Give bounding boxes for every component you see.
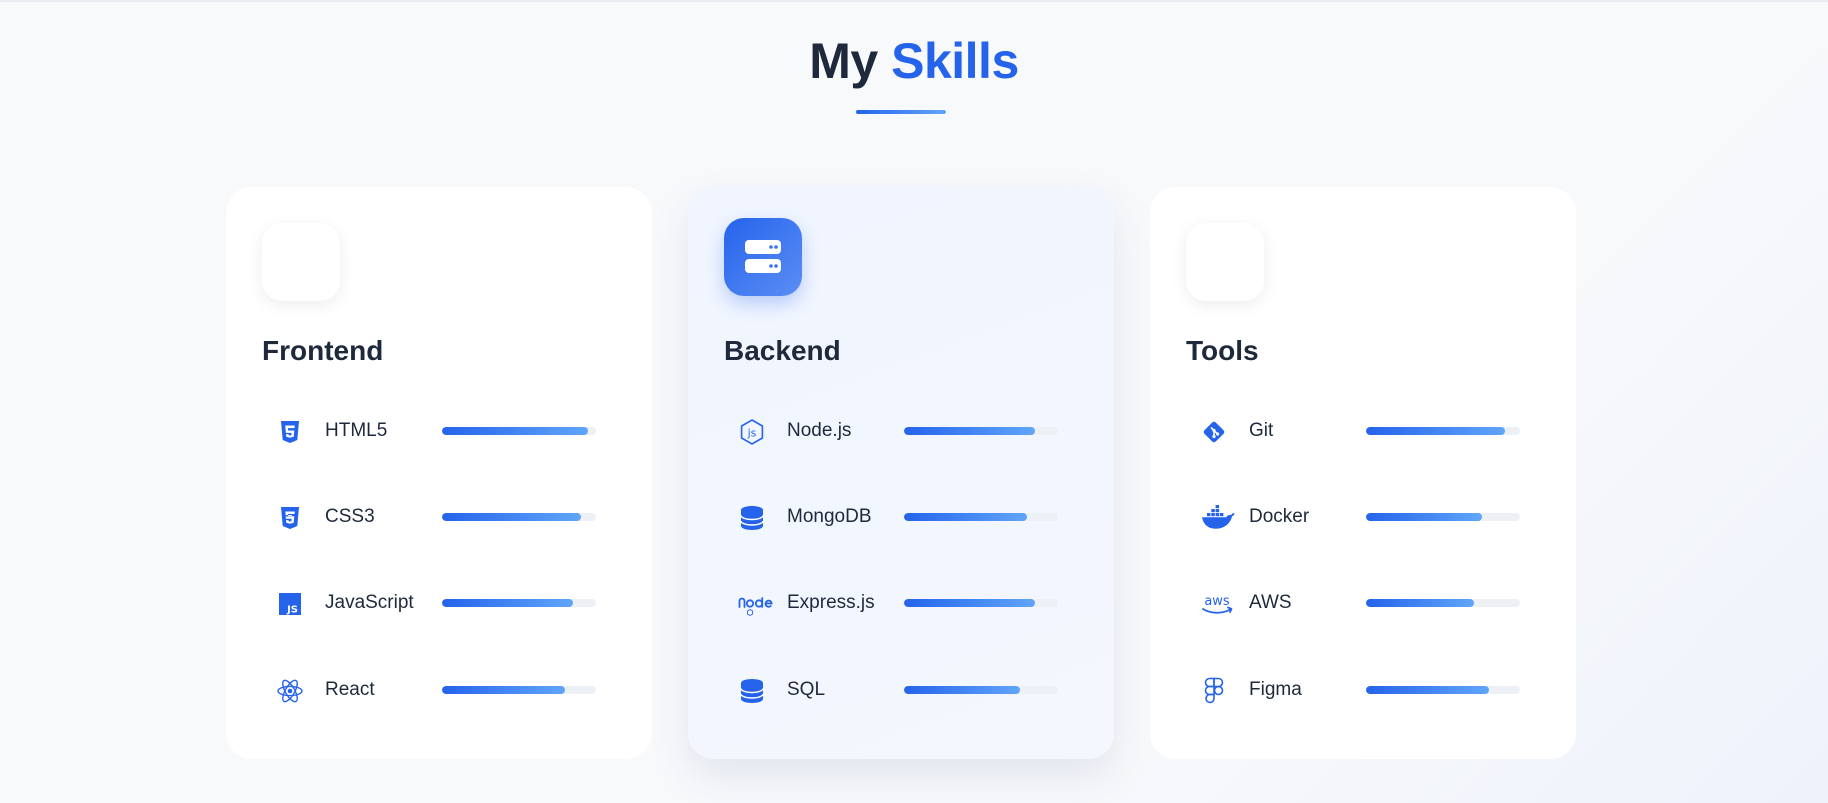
skill-row-aws: aws AWS [1186,583,1540,623]
skill-progress-bar [1366,686,1520,694]
skill-name: React [325,679,375,700]
skill-name: Git [1249,420,1274,441]
svg-text:aws: aws [1204,594,1230,609]
skill-progress-bar [442,599,596,607]
skill-progress-fill [904,513,1028,521]
skill-row-docker: Docker [1186,497,1540,537]
skill-row-figma: Figma [1186,670,1540,710]
skill-progress-fill [1366,427,1505,435]
card-title: Tools [1186,335,1259,366]
figma-icon [1200,677,1228,705]
skill-progress-bar [904,513,1058,521]
react-icon [276,677,304,705]
docker-icon [1200,504,1235,532]
skill-progress-fill [442,427,589,435]
skill-progress-fill [1366,513,1482,521]
skill-progress-fill [442,513,581,521]
skill-row-mongodb: MongoDB [724,497,1078,537]
skill-progress-fill [442,686,566,694]
skill-progress-fill [904,599,1035,607]
skill-row-html5: HTML5 [262,411,616,451]
skill-name: JavaScript [325,592,414,613]
card-title: Frontend [262,335,384,366]
skill-progress-bar [442,686,596,694]
javascript-icon: JS [276,590,304,618]
html5-icon [276,418,304,446]
skill-row-css3: CSS3 [262,497,616,537]
skill-name: Docker [1249,506,1310,527]
skill-progress-fill [1366,686,1490,694]
skill-card-backend[interactable]: Backend js Node.js MongoDB Express.js SQ… [688,187,1114,759]
skill-progress-fill [442,599,573,607]
skill-progress-bar [904,599,1058,607]
css3-icon [276,504,304,532]
skill-card-frontend[interactable]: Frontend HTML5 CSS3 JS JavaScript React [226,187,652,759]
nodejs-icon: js [738,418,766,446]
aws-icon: aws [1200,590,1233,618]
skill-name: Express.js [787,592,875,613]
skill-progress-bar [1366,427,1520,435]
skill-progress-bar [904,686,1058,694]
skill-progress-fill [904,427,1035,435]
skill-name: SQL [787,679,826,700]
skill-row-react: React [262,670,616,710]
skill-name: Figma [1249,679,1302,700]
top-divider [0,0,1828,2]
database-icon [738,677,766,705]
skill-row-javascript: JS JavaScript [262,583,616,623]
skill-name: Node.js [787,420,852,441]
server-icon [724,218,802,296]
skill-progress-fill [1366,599,1474,607]
skill-card-tools[interactable]: Tools Git Docker aws AWS Figma [1150,187,1576,759]
skill-row-git: Git [1186,411,1540,451]
skill-progress-bar [442,513,596,521]
skill-row-nodejs: js Node.js [724,411,1078,451]
section-title-highlight: Skills [891,33,1019,89]
skill-row-expressjs: Express.js [724,583,1078,623]
svg-text:JS: JS [286,605,298,616]
skill-name: CSS3 [325,506,375,527]
skill-name: AWS [1249,592,1292,613]
skill-progress-fill [904,686,1020,694]
skill-progress-bar [904,427,1058,435]
code-icon [262,223,340,301]
card-title: Backend [724,335,841,366]
skill-name: MongoDB [787,506,872,527]
skill-progress-bar [1366,599,1520,607]
svg-text:js: js [747,427,757,440]
node-logo-icon [738,590,773,618]
database-icon [738,504,766,532]
skill-row-sql: SQL [724,670,1078,710]
tools-icon [1186,223,1264,301]
skill-progress-bar [1366,513,1520,521]
title-underline [856,110,946,114]
section-title-prefix: My [809,33,878,89]
skill-name: HTML5 [325,420,388,441]
skill-progress-bar [442,427,596,435]
git-icon [1200,418,1228,446]
section-title: My Skills [0,28,1828,94]
